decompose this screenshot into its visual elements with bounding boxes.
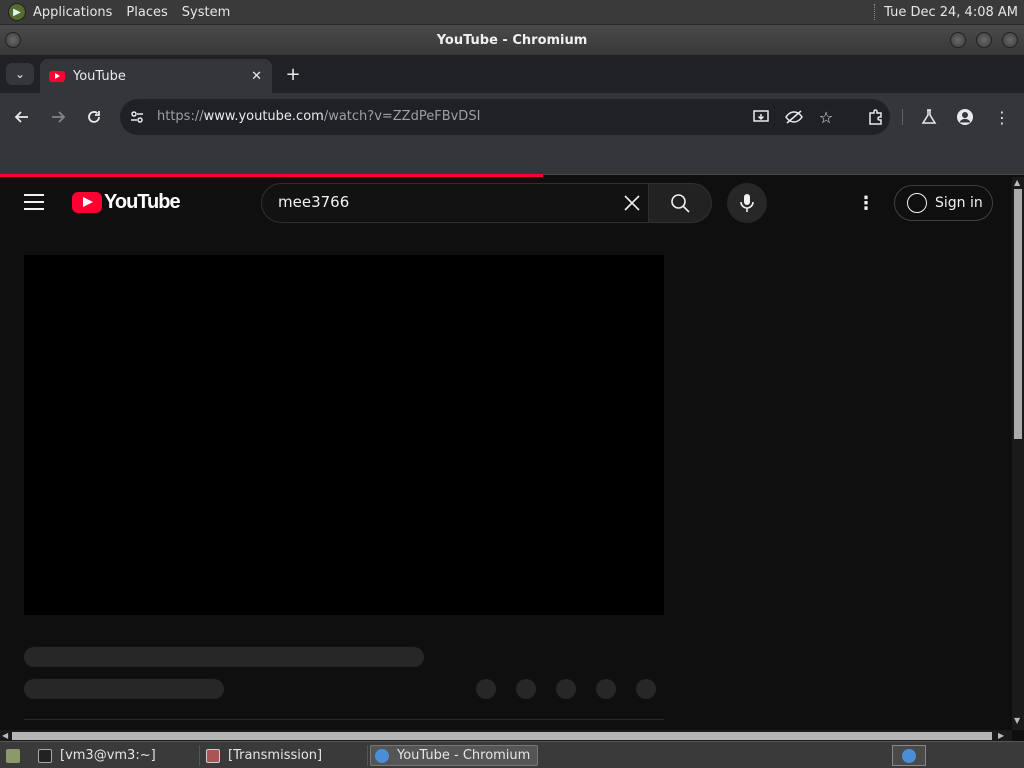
url-text[interactable]: https://www.youtube.com/watch?v=ZZdPeFBv… [157, 109, 480, 124]
clear-search-x-icon[interactable] [620, 191, 644, 215]
scroll-left-arrow-icon[interactable]: ◀ [2, 731, 8, 740]
microphone-icon [740, 194, 754, 212]
taskbar-label: YouTube - Chromium [397, 748, 531, 763]
action-skeleton-dot [476, 679, 496, 699]
search-box[interactable] [261, 183, 649, 223]
sign-in-button[interactable]: Sign in [894, 185, 993, 221]
youtube-logo-text: YouTube [104, 190, 181, 213]
gnome-menu-icon[interactable]: ▶ [8, 3, 26, 21]
back-arrow-icon[interactable] [10, 105, 34, 129]
install-app-icon[interactable] [750, 105, 774, 129]
tab-youtube[interactable]: YouTube ✕ [40, 59, 272, 93]
account-circle-icon [907, 193, 927, 213]
minimize-button[interactable] [950, 32, 966, 48]
menu-system[interactable]: System [175, 5, 237, 20]
action-skeleton-dot [596, 679, 616, 699]
url-path: /watch?v=ZZdPeFBvDSI [323, 109, 481, 124]
address-bar[interactable]: https://www.youtube.com/watch?v=ZZdPeFBv… [120, 99, 890, 135]
scroll-right-arrow-icon[interactable]: ▶ [998, 731, 1004, 740]
content-divider [24, 719, 664, 720]
search-icon [671, 194, 690, 213]
forward-arrow-icon[interactable] [46, 105, 70, 129]
taskbar-item-chromium[interactable]: YouTube - Chromium [370, 745, 538, 766]
close-window-button[interactable] [1002, 32, 1018, 48]
extensions-puzzle-icon[interactable] [864, 105, 888, 129]
window-titlebar[interactable]: YouTube - Chromium [0, 25, 1024, 55]
vertical-scroll-thumb[interactable] [1014, 189, 1022, 439]
labs-flask-icon[interactable] [917, 105, 941, 129]
show-desktop-icon[interactable] [2, 745, 24, 766]
title-skeleton [24, 647, 424, 667]
chromium-icon [375, 748, 389, 763]
scroll-down-arrow-icon[interactable]: ▼ [1014, 716, 1020, 725]
desktop-icon [6, 748, 20, 763]
transmission-icon [206, 748, 220, 763]
workspace-chromium-icon [902, 748, 916, 763]
window-menu-button[interactable] [5, 32, 21, 48]
youtube-play-logo-icon [72, 191, 102, 213]
search-button[interactable] [648, 183, 712, 223]
action-skeleton-dot [556, 679, 576, 699]
top-panel: ▶ Applications Places System Tue Dec 24,… [0, 0, 1024, 25]
browser-toolbar: https://www.youtube.com/watch?v=ZZdPeFBv… [0, 93, 1024, 141]
youtube-favicon-icon [49, 70, 65, 82]
url-scheme: https:// [157, 109, 204, 124]
bookmark-star-icon[interactable]: ☆ [814, 105, 838, 129]
site-info-tune-icon[interactable] [125, 105, 149, 129]
action-skeleton-dot [636, 679, 656, 699]
channel-skeleton [24, 679, 224, 699]
sign-in-label: Sign in [935, 195, 983, 211]
maximize-button[interactable] [976, 32, 992, 48]
menu-applications[interactable]: Applications [26, 5, 119, 20]
tab-strip: ⌄ YouTube ✕ + [0, 55, 1024, 93]
new-tab-plus-icon[interactable]: + [282, 63, 304, 85]
settings-kebab-icon[interactable]: ⋮ [856, 191, 876, 215]
taskbar-label: [Transmission] [228, 748, 323, 763]
taskbar-label: [vm3@vm3:~] [60, 748, 156, 763]
video-player[interactable] [24, 255, 664, 615]
horizontal-scroll-thumb[interactable] [12, 732, 992, 740]
taskbar-item-transmission[interactable]: [Transmission] [202, 745, 368, 766]
youtube-page: YouTube ⋮ Sign in [0, 177, 1012, 730]
bottom-taskbar: [vm3@vm3:~] [Transmission] YouTube - Chr… [0, 741, 1024, 768]
terminal-icon [38, 748, 52, 763]
youtube-logo[interactable]: YouTube [72, 190, 181, 213]
voice-search-button[interactable] [727, 183, 767, 223]
tracking-protection-eye-off-icon[interactable] [782, 105, 806, 129]
menu-places[interactable]: Places [119, 5, 174, 20]
panel-separator [874, 4, 876, 20]
tab-title: YouTube [73, 68, 126, 84]
scroll-up-arrow-icon[interactable]: ▲ [1014, 178, 1020, 187]
workspace-switcher[interactable] [892, 745, 926, 766]
bookmark-bar [0, 141, 1024, 175]
url-domain: www.youtube.com [203, 109, 324, 124]
taskbar-item-terminal[interactable]: [vm3@vm3:~] [34, 745, 200, 766]
reload-icon[interactable] [82, 105, 106, 129]
window-title: YouTube - Chromium [436, 32, 588, 48]
chrome-menu-kebab-icon[interactable]: ⋮ [990, 105, 1014, 129]
tab-close-icon[interactable]: ✕ [251, 69, 262, 84]
tab-search-chevron-down-icon[interactable]: ⌄ [6, 63, 34, 85]
profile-avatar-icon[interactable] [953, 105, 977, 129]
hamburger-menu-icon[interactable] [24, 194, 48, 212]
search-input[interactable] [278, 193, 598, 211]
toolbar-divider [902, 109, 903, 125]
panel-clock[interactable]: Tue Dec 24, 4:08 AM [884, 5, 1018, 20]
action-skeleton-dot [516, 679, 536, 699]
